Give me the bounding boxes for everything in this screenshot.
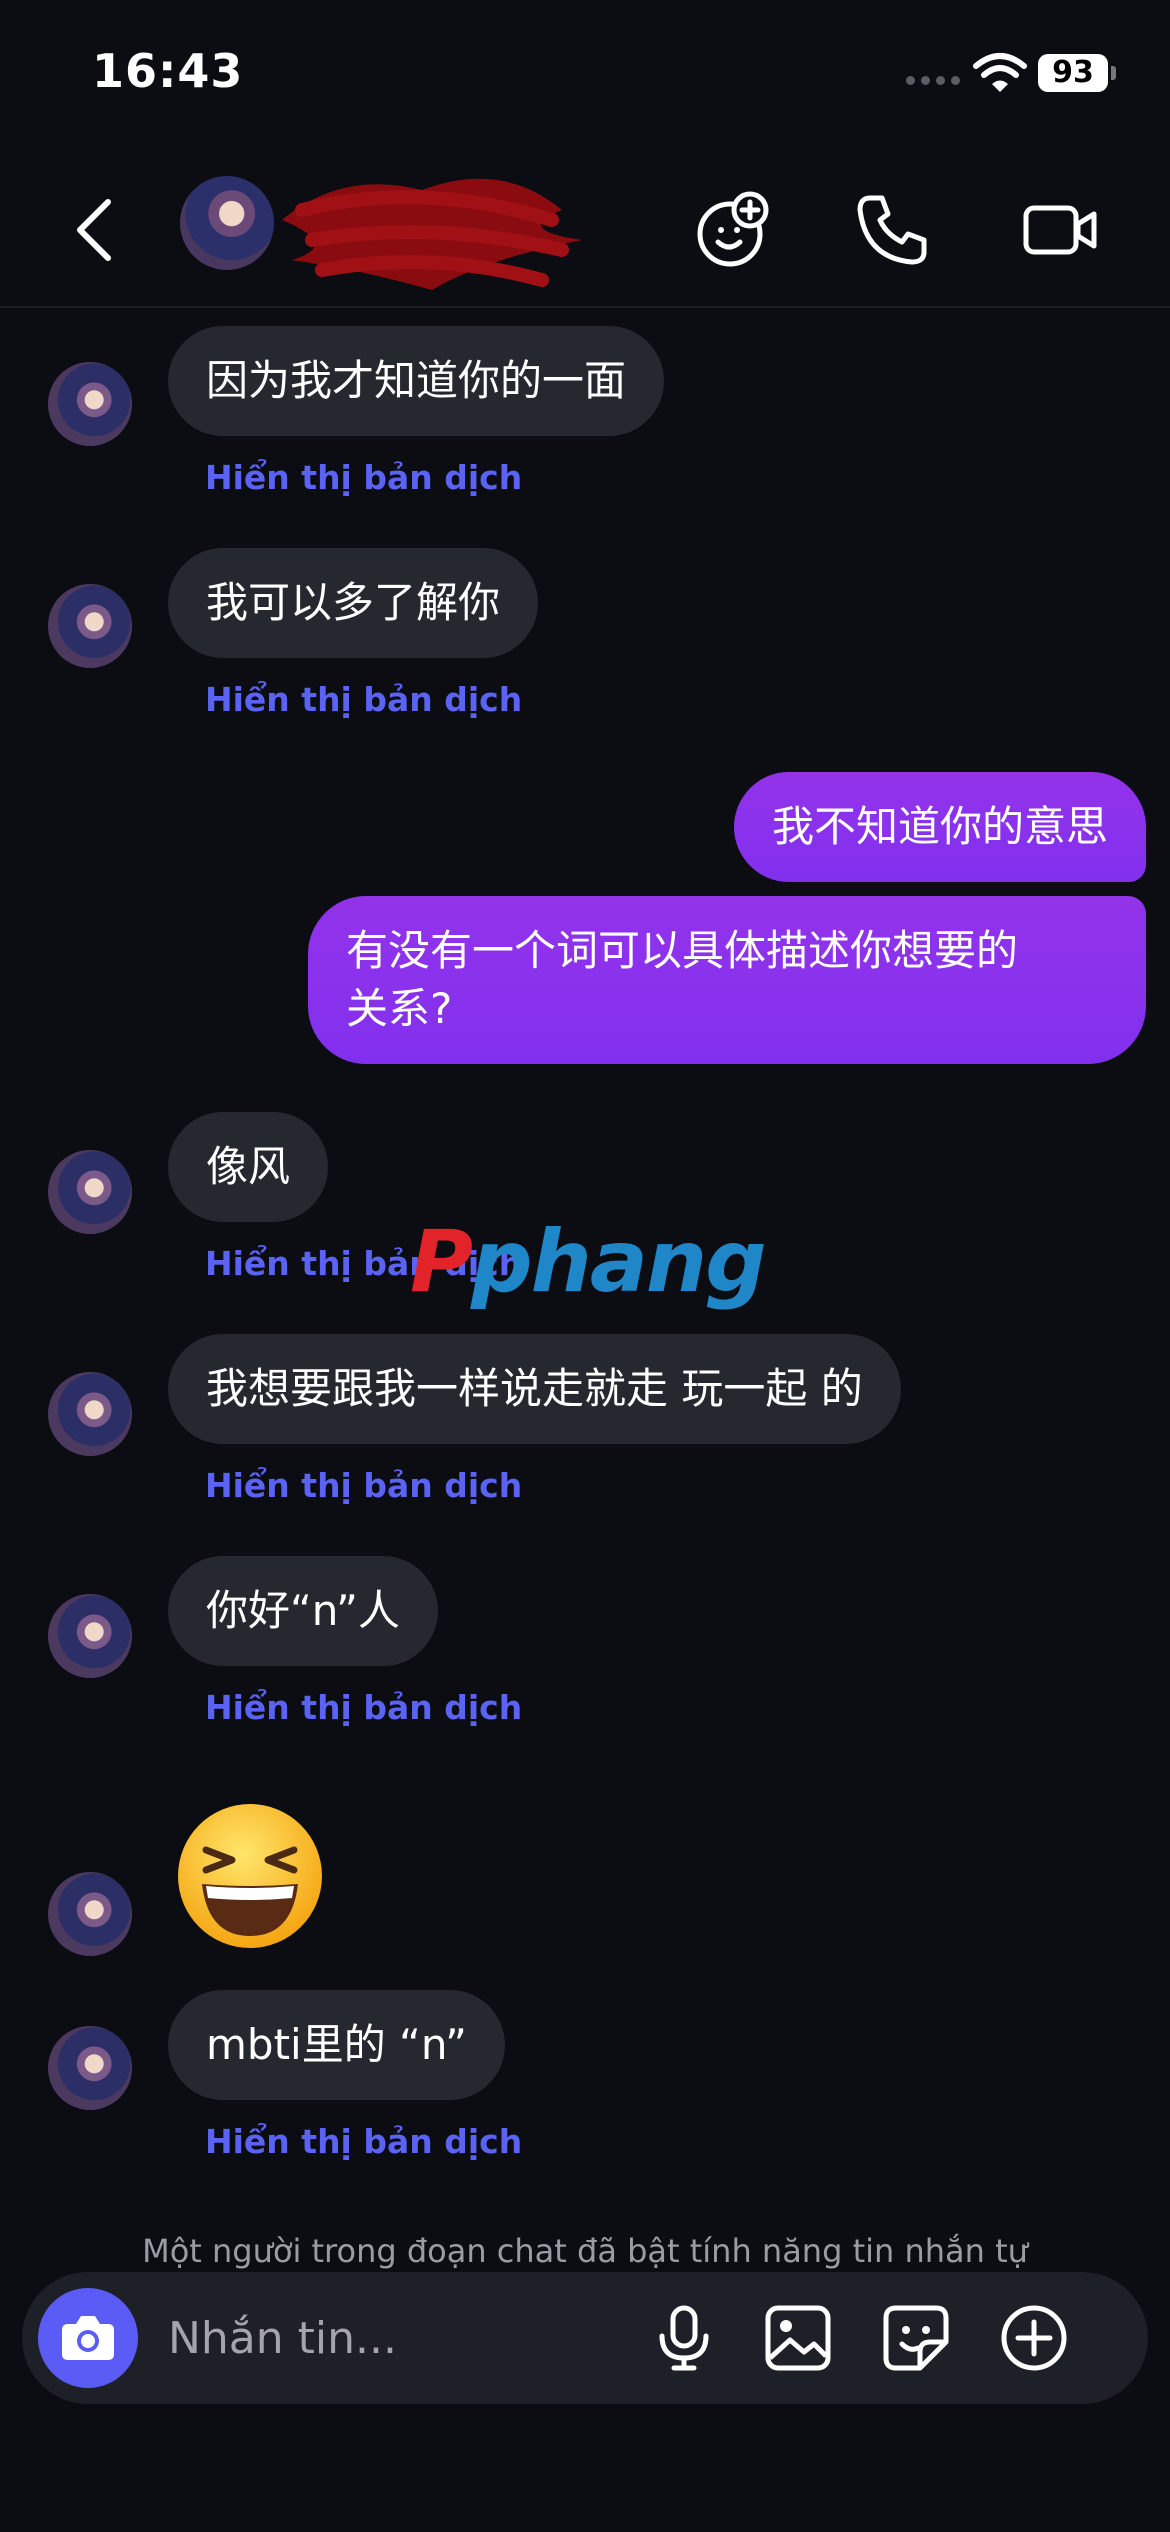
- grinning-squinting-face-emoji[interactable]: [172, 1798, 328, 1954]
- sender-avatar[interactable]: [48, 1150, 132, 1234]
- camera-icon: [62, 2316, 114, 2360]
- camera-button[interactable]: [38, 2288, 138, 2388]
- message-composer: [22, 2272, 1148, 2404]
- sticker-icon[interactable]: [880, 2302, 952, 2374]
- incoming-message-bubble[interactable]: 你好“n”人: [168, 1556, 438, 1666]
- microphone-icon[interactable]: [648, 2302, 720, 2374]
- sender-avatar[interactable]: [48, 1372, 132, 1456]
- watermark-part: P: [410, 1212, 473, 1312]
- show-translation-link[interactable]: Hiển thị bản dịch: [205, 2122, 522, 2161]
- status-time: 16:43: [92, 44, 244, 98]
- message-line: 有没有一个词可以具体描述你想要的: [346, 926, 1019, 975]
- sender-avatar[interactable]: [48, 1872, 132, 1956]
- sender-avatar[interactable]: [48, 1594, 132, 1678]
- contact-avatar[interactable]: [180, 176, 274, 270]
- incoming-message-bubble[interactable]: 像风: [168, 1112, 329, 1222]
- phone-call-icon[interactable]: [852, 190, 932, 270]
- watermark-logo: Pphang: [410, 1212, 767, 1312]
- sender-avatar[interactable]: [48, 2026, 132, 2110]
- add-more-icon[interactable]: [998, 2302, 1070, 2374]
- video-call-icon[interactable]: [1020, 190, 1100, 270]
- disappearing-messages-notice: Một người trong đoạn chat đã bật tính nă…: [142, 2232, 1028, 2270]
- watermark-part: phang: [471, 1212, 767, 1312]
- battery-tip: [1111, 66, 1116, 80]
- show-translation-link[interactable]: Hiển thị bản dịch: [205, 1688, 522, 1727]
- message-input[interactable]: [168, 2302, 648, 2374]
- outgoing-message-bubble[interactable]: 我不知道你的意思: [733, 772, 1146, 882]
- show-translation-link[interactable]: Hiển thị bản dịch: [205, 680, 522, 719]
- status-bar: 16:43 93: [0, 0, 1170, 150]
- add-effect-icon[interactable]: [692, 190, 772, 270]
- show-translation-link[interactable]: Hiển thị bản dịch: [205, 1466, 522, 1505]
- battery-indicator: 93: [1038, 54, 1108, 92]
- gallery-icon[interactable]: [762, 2302, 834, 2374]
- incoming-message-bubble[interactable]: 因为我才知道你的一面: [168, 326, 665, 436]
- message-line: 关系?: [346, 984, 453, 1033]
- cellular-signal-icon: [906, 70, 966, 89]
- incoming-message-bubble[interactable]: 我可以多了解你: [168, 548, 539, 658]
- incoming-message-bubble[interactable]: mbti里的 “n”: [168, 1990, 505, 2100]
- incoming-message-bubble[interactable]: 我想要跟我一样说走就走 玩一起 的: [168, 1334, 901, 1444]
- outgoing-message-bubble[interactable]: 有没有一个词可以具体描述你想要的 关系?: [308, 896, 1146, 1064]
- wifi-icon: [973, 53, 1027, 92]
- sender-avatar[interactable]: [48, 584, 132, 668]
- redacted-contact-name: [282, 178, 582, 290]
- back-button[interactable]: [70, 190, 120, 270]
- show-translation-link[interactable]: Hiển thị bản dịch: [205, 458, 522, 497]
- sender-avatar[interactable]: [48, 362, 132, 446]
